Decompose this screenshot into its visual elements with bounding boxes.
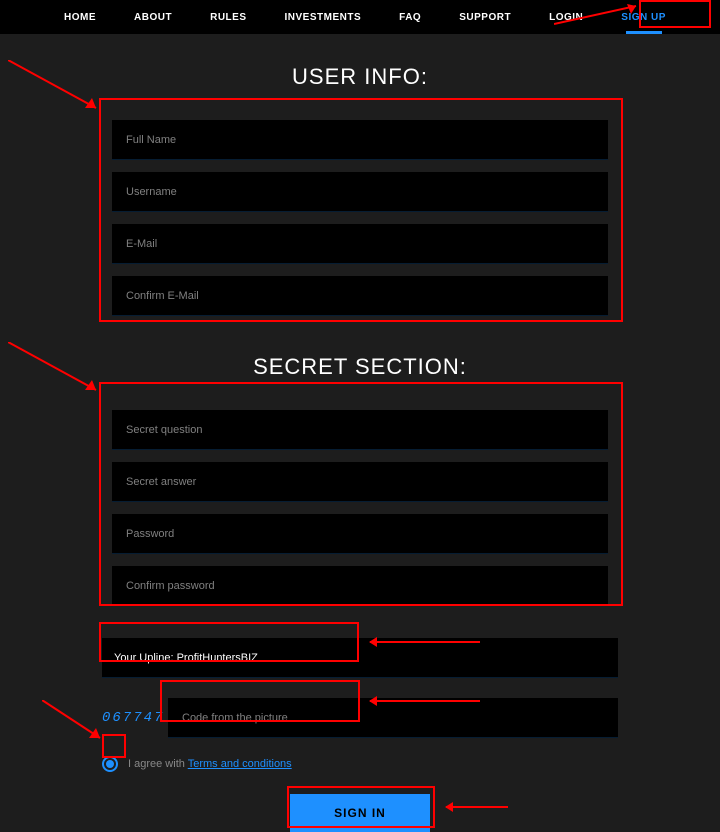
full-name-input[interactable] [112,120,608,160]
agree-row: I agree with Terms and conditions [102,756,618,772]
button-row: SIGN IN [0,794,720,832]
upline-display: Your Upline: ProfitHuntersBIZ [102,638,618,678]
captcha-input[interactable] [168,698,618,738]
secret-section-group [100,398,620,616]
nav-about[interactable]: ABOUT [134,12,172,23]
agree-radio[interactable] [102,756,118,772]
nav-signup[interactable]: SIGN UP [621,12,666,23]
upline-row: Your Upline: ProfitHuntersBIZ [102,638,618,678]
heading-user-info: USER INFO: [0,64,720,90]
nav-support[interactable]: SUPPORT [459,12,511,23]
secret-answer-input[interactable] [112,462,608,502]
confirm-email-input[interactable] [112,276,608,316]
signin-button[interactable]: SIGN IN [290,794,430,832]
user-info-group [100,108,620,326]
terms-link[interactable]: Terms and conditions [188,758,292,770]
username-input[interactable] [112,172,608,212]
email-input[interactable] [112,224,608,264]
nav-rules[interactable]: RULES [210,12,246,23]
agree-text: I agree with Terms and conditions [128,758,292,770]
nav-login[interactable]: LOGIN [549,12,583,23]
nav-investments[interactable]: INVESTMENTS [285,12,362,23]
nav-faq[interactable]: FAQ [399,12,421,23]
nav-home[interactable]: HOME [64,12,96,23]
agree-prefix: I agree with [128,758,188,770]
password-input[interactable] [112,514,608,554]
captcha-image: 067747 [102,710,156,726]
signup-underline [626,31,662,34]
top-nav: HOME ABOUT RULES INVESTMENTS FAQ SUPPORT… [0,0,720,34]
captcha-row: 067747 [102,698,618,738]
heading-secret-section: SECRET SECTION: [0,354,720,380]
secret-question-input[interactable] [112,410,608,450]
confirm-password-input[interactable] [112,566,608,606]
